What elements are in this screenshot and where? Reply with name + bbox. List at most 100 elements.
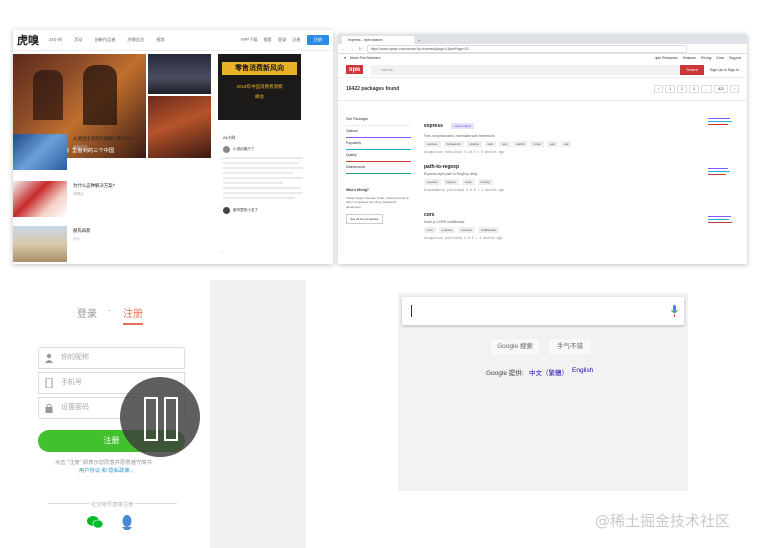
qq-icon[interactable] xyxy=(121,515,133,530)
article-item[interactable]: 为什么这种解决方案? 虎嗅社 ··· xyxy=(13,181,223,225)
score-bars xyxy=(708,118,738,127)
ad-subtitle-2: 峰会 xyxy=(255,94,264,99)
package-name[interactable]: cors xyxy=(424,212,724,218)
watermark: @稀土掘金技术社区 xyxy=(595,512,731,530)
npm-logo[interactable]: npm xyxy=(346,65,363,74)
page-link[interactable]: 1 xyxy=(665,85,676,93)
article-title[interactable]: 赫氏再新 xyxy=(73,228,91,234)
browser-tab[interactable]: express - npm search xyxy=(342,36,414,44)
keyword[interactable]: express xyxy=(438,227,456,233)
article-item[interactable]: 从清团主流的开始能行到什么? 美股虎研 ··· xyxy=(13,134,223,178)
package-item[interactable]: express exact match Fast, unopinionated,… xyxy=(424,114,724,154)
register-button[interactable]: 注册 xyxy=(306,35,329,45)
avatar xyxy=(223,207,230,214)
package-item[interactable]: cors Node.js CORS middleware cors expres… xyxy=(424,212,724,240)
keyword[interactable]: sinatra xyxy=(466,141,482,147)
keyword[interactable]: api xyxy=(561,141,572,147)
keyword[interactable]: route xyxy=(461,179,475,185)
google-search-input[interactable] xyxy=(402,297,684,325)
sign-in-link[interactable]: Sign Up or Sign In xyxy=(710,68,739,72)
package-name[interactable]: path-to-regexp xyxy=(424,164,724,170)
article-title[interactable]: 为什么这种解决方案? xyxy=(73,183,115,189)
register-screenshot: 登录 · 注册 你的昵称 手机号 设置密码 注册 点击 "注册" 即表示您同意并… xyxy=(13,280,306,548)
keyword[interactable]: rest xyxy=(499,141,511,147)
google-search-button[interactable]: Google 搜索 xyxy=(490,338,540,356)
page-prev[interactable]: ‹ xyxy=(653,85,664,93)
google-screenshot: Google 搜索 手气不错 Google 提供: 中文（繁體） English xyxy=(398,293,688,491)
page-link[interactable]: 3 xyxy=(688,85,699,93)
tab-register[interactable]: 注册 xyxy=(123,305,143,325)
login-link[interactable]: 登录 xyxy=(278,37,286,43)
search-input[interactable]: express xyxy=(370,64,681,75)
top-link[interactable]: Docs xyxy=(716,56,724,60)
package-description: Express-style path to RegExp utility xyxy=(424,172,478,176)
hiring-button[interactable]: See all 10 companies xyxy=(346,214,383,225)
commenter-name[interactable]: 都市里的小丑了 xyxy=(233,208,258,213)
keyword[interactable]: routing xyxy=(477,179,493,185)
keyword[interactable]: restful xyxy=(513,141,528,147)
top-link[interactable]: Features xyxy=(683,56,696,60)
nickname-field[interactable]: 你的昵称 xyxy=(38,347,185,369)
back-icon[interactable]: ← xyxy=(342,47,345,51)
keyword[interactable]: regexp xyxy=(443,179,459,185)
sort-option[interactable]: Popularity xyxy=(346,138,411,150)
browser-tabbar: express - npm search + xyxy=(338,34,747,44)
page-next[interactable]: › xyxy=(729,85,739,93)
text-cursor xyxy=(411,305,412,317)
app-download-link[interactable]: APP下载 xyxy=(241,37,258,43)
pause-bar-icon xyxy=(164,397,178,441)
keyword[interactable]: middleware xyxy=(477,227,500,233)
microphone-icon[interactable] xyxy=(671,305,678,317)
top-link[interactable]: Pricing xyxy=(701,56,711,60)
keyword[interactable]: framework xyxy=(443,141,464,147)
heart-icon[interactable]: ♥ xyxy=(344,56,346,60)
nav-item[interactable]: 虎嗅会员 xyxy=(127,37,144,43)
nav-item[interactable]: 视频 xyxy=(156,37,164,43)
language-link-en[interactable]: English xyxy=(572,367,593,374)
nav-item[interactable]: 创新作品者 xyxy=(94,37,115,43)
wechat-icon[interactable] xyxy=(87,516,103,529)
npm-search-row: npm express Search Sign Up or Sign In xyxy=(338,62,747,78)
language-link-zh[interactable]: 中文（繁體） xyxy=(529,367,568,377)
nav-item[interactable]: 24小时 xyxy=(49,37,62,43)
tab-login[interactable]: 登录 xyxy=(77,305,97,320)
terms-links[interactable]: 用户协议 和 隐私政策 。 xyxy=(79,466,136,474)
nav-item[interactable]: 活动 xyxy=(74,37,82,43)
reload-icon[interactable]: ↻ xyxy=(359,47,362,51)
sort-option[interactable]: Maintenance xyxy=(346,162,411,174)
keyword[interactable]: connect xyxy=(458,227,475,233)
commenter-name[interactable]: 小说创客厅了 xyxy=(233,147,255,152)
search-link[interactable]: 搜索 xyxy=(263,37,271,43)
article-title[interactable]: 从清团主流的开始能行到什么? xyxy=(73,136,133,142)
more-link[interactable]: ··· xyxy=(220,250,223,254)
keyword[interactable]: cors xyxy=(424,227,436,233)
search-button[interactable]: Search xyxy=(680,64,704,75)
sort-option[interactable]: Optimal xyxy=(346,126,411,138)
article-thumb xyxy=(13,181,67,217)
article-author: 刘少 xyxy=(73,237,81,241)
keyword[interactable]: express xyxy=(424,141,441,147)
register-link[interactable]: 注册 xyxy=(292,37,300,43)
top-link[interactable]: Support xyxy=(729,56,741,60)
article-item[interactable]: 赫氏再新 刘少 ··· xyxy=(13,226,223,264)
page-link[interactable]: 2 xyxy=(677,85,687,93)
feature-image-1[interactable] xyxy=(148,54,211,94)
pause-overlay-button[interactable] xyxy=(120,377,200,457)
tab-separator: · xyxy=(108,305,112,316)
keyword-list: cors express connect middleware xyxy=(424,227,724,233)
sort-option[interactable]: Quality xyxy=(346,150,411,162)
forward-icon[interactable]: → xyxy=(350,47,353,51)
page-link[interactable]: 822 xyxy=(714,85,728,93)
package-item[interactable]: path-to-regexp Express-style path to Reg… xyxy=(424,164,724,192)
new-tab-icon[interactable]: + xyxy=(418,39,420,43)
huxiu-logo[interactable]: 虎嗅 xyxy=(17,32,39,48)
url-input[interactable]: https://www.npmjs.com/search?q=express&p… xyxy=(366,44,687,53)
ad-banner[interactable]: 零售消费新风向 2018年中国消费者洞察 峰会 xyxy=(218,54,301,120)
keyword[interactable]: express xyxy=(424,179,441,185)
feeling-lucky-button[interactable]: 手气不错 xyxy=(548,338,592,356)
keyword[interactable]: web xyxy=(484,141,497,147)
keyword[interactable]: router xyxy=(530,141,545,147)
top-link[interactable]: npm Enterprise xyxy=(655,56,678,60)
keyword[interactable]: app xyxy=(547,141,559,147)
package-name[interactable]: express xyxy=(424,123,443,129)
